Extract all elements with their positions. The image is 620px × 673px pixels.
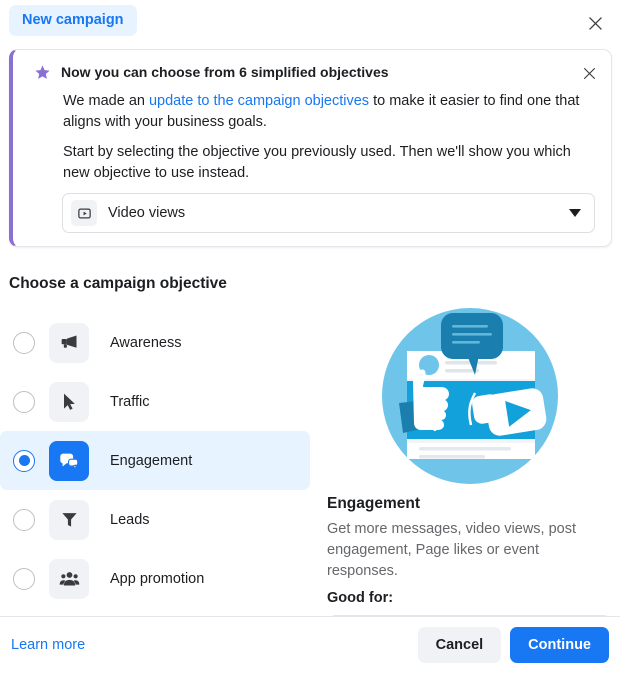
learn-more-link[interactable]: Learn more — [11, 637, 85, 653]
dialog-header: New campaign — [0, 0, 620, 45]
objective-row-engagement[interactable]: Engagement — [0, 431, 310, 490]
banner-paragraph-1: We made an update to the campaign object… — [63, 91, 593, 133]
previous-objective-value: Video views — [108, 205, 186, 221]
star-icon — [35, 65, 50, 79]
detail-title: Engagement — [327, 495, 421, 512]
banner-close-button[interactable] — [575, 59, 603, 87]
people-group-icon — [49, 558, 89, 599]
radio-leads[interactable] — [13, 508, 35, 531]
radio-awareness[interactable] — [13, 331, 35, 354]
objective-row-traffic[interactable]: Traffic — [0, 372, 310, 431]
close-icon — [588, 16, 602, 30]
objective-detail-panel: Engagement Get more messages, video view… — [327, 305, 612, 620]
funnel-icon — [49, 499, 89, 540]
campaign-objectives-link[interactable]: update to the campaign objectives — [149, 93, 369, 109]
radio-engagement[interactable] — [13, 449, 35, 472]
objective-row-awareness[interactable]: Awareness — [0, 313, 310, 372]
cancel-button[interactable]: Cancel — [417, 627, 502, 663]
new-campaign-dialog: New campaign Now you can choose from 6 s… — [0, 0, 620, 673]
chat-bubbles-icon — [49, 440, 89, 481]
objective-label: Traffic — [110, 393, 150, 410]
banner-paragraph-2: Start by selecting the objective you pre… — [63, 144, 571, 181]
banner-title: Now you can choose from 6 simplified obj… — [61, 64, 389, 80]
chevron-down-icon — [569, 204, 581, 222]
breadcrumb-new-campaign[interactable]: New campaign — [9, 5, 137, 36]
radio-traffic[interactable] — [13, 390, 35, 413]
banner-title-row: Now you can choose from 6 simplified obj… — [34, 63, 567, 82]
objective-row-leads[interactable]: Leads — [0, 490, 310, 549]
objective-label: Awareness — [110, 334, 182, 351]
objective-label: Leads — [110, 511, 150, 528]
simplified-objectives-banner: Now you can choose from 6 simplified obj… — [9, 49, 612, 247]
close-icon — [583, 67, 595, 79]
previous-objective-select[interactable]: Video views — [62, 193, 595, 233]
objective-row-app-promotion[interactable]: App promotion — [0, 549, 310, 608]
engagement-illustration — [327, 305, 612, 487]
footer-buttons: Cancel Continue — [417, 627, 609, 663]
dialog-footer: Learn more Cancel Continue — [0, 616, 620, 673]
objective-label: App promotion — [110, 570, 205, 587]
detail-description: Get more messages, video views, post eng… — [327, 521, 577, 579]
good-for-label: Good for: — [327, 590, 394, 606]
cursor-arrow-icon — [49, 381, 89, 422]
continue-button[interactable]: Continue — [510, 627, 609, 663]
banner-paragraph-1-prefix: We made an — [63, 93, 149, 109]
objectives-list: Awareness Traffic Engagement Leads App p… — [0, 313, 310, 620]
video-play-icon — [71, 200, 97, 226]
section-title: Choose a campaign objective — [9, 275, 227, 292]
radio-app-promotion[interactable] — [13, 567, 35, 590]
dialog-close-button[interactable] — [580, 8, 610, 38]
megaphone-icon — [49, 322, 89, 363]
objective-label: Engagement — [110, 452, 193, 469]
